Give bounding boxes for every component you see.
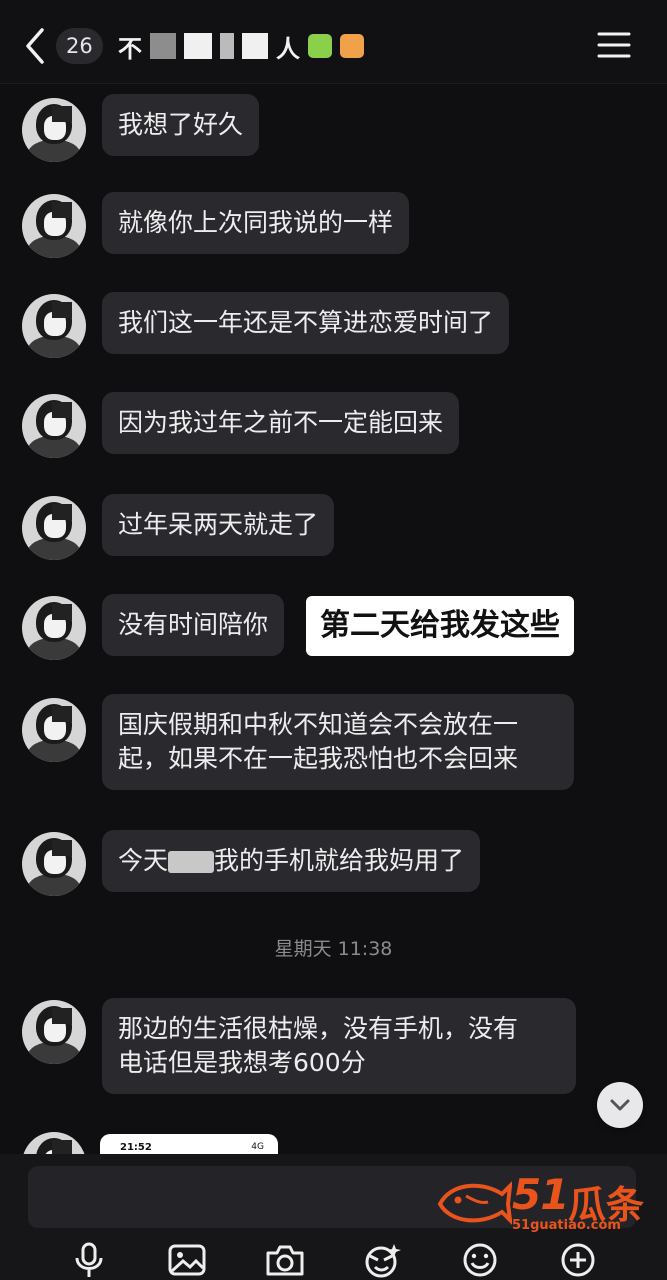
avatar[interactable]	[22, 98, 86, 162]
menu-button[interactable]	[597, 30, 631, 60]
title-redaction	[150, 33, 176, 59]
avatar[interactable]	[22, 832, 86, 896]
message-text: 今天	[118, 846, 169, 875]
avatar[interactable]	[22, 698, 86, 762]
camera-icon	[266, 1245, 304, 1276]
timestamp-divider: 星期天 11:38	[274, 938, 393, 960]
album-button[interactable]	[167, 1240, 207, 1280]
message-bubble[interactable]: 我们这一年还是不算进恋爱时间了	[102, 292, 510, 354]
voice-button[interactable]	[69, 1240, 109, 1280]
message-bubble[interactable]: 今天 我的手机就给我妈用了	[102, 830, 481, 892]
image-message-thumbnail[interactable]: 21:52 4G	[100, 1134, 278, 1154]
message-line: 那边的生活很枯燥，没有手机，没有	[118, 1014, 519, 1043]
avatar[interactable]	[22, 596, 86, 660]
plus-circle-icon	[561, 1243, 595, 1277]
fish-logo-icon	[437, 1181, 512, 1225]
caption-annotation: 第二天给我发这些	[306, 596, 574, 656]
avatar[interactable]	[22, 496, 86, 560]
title-visible-chars: 不	[118, 34, 142, 63]
sticker-button[interactable]	[362, 1240, 402, 1280]
sticker-face-icon	[365, 1244, 402, 1278]
chat-title[interactable]: 不 人	[118, 28, 364, 64]
bottom-bar: 51 瓜条 51guatiao.com	[0, 1154, 667, 1280]
green-emoji-icon	[308, 34, 332, 58]
more-button[interactable]	[558, 1240, 598, 1280]
avatar[interactable]	[22, 394, 86, 458]
avatar[interactable]	[22, 1000, 86, 1064]
thumbnail-time: 21:52	[120, 1142, 152, 1153]
message-bubble[interactable]: 我想了好久	[102, 94, 260, 156]
hamburger-menu-icon	[597, 32, 631, 58]
chat-screen: 26 不 人 我想了好久 就像你上次同我说的一样 我们这一年还是不算进恋爱时间了…	[0, 0, 667, 1280]
scroll-to-bottom-button[interactable]	[597, 1082, 643, 1128]
title-redaction	[184, 33, 212, 59]
camera-button[interactable]	[265, 1240, 305, 1280]
message-line: 电话但是我想考600分	[118, 1048, 366, 1077]
chevron-left-icon	[26, 28, 44, 64]
avatar[interactable]	[22, 294, 86, 358]
message-bubble[interactable]: 因为我过年之前不一定能回来	[102, 392, 460, 454]
input-toolbar	[0, 1240, 667, 1280]
orange-emoji-icon	[340, 34, 364, 58]
emoji-button[interactable]	[460, 1240, 500, 1280]
chevron-down-icon	[610, 1099, 630, 1111]
message-list[interactable]: 我想了好久 就像你上次同我说的一样 我们这一年还是不算进恋爱时间了 因为我过年之…	[0, 84, 667, 1154]
microphone-icon	[75, 1242, 103, 1277]
message-bubble[interactable]: 就像你上次同我说的一样	[102, 192, 410, 254]
message-bubble[interactable]: 那边的生活很枯燥，没有手机，没有 电话但是我想考600分	[102, 998, 576, 1094]
avatar[interactable]	[22, 1132, 86, 1154]
message-bubble[interactable]: 国庆假期和中秋不知道会不会放在一 起，如果不在一起我恐怕也不会回来	[102, 694, 574, 790]
avatar[interactable]	[22, 194, 86, 258]
site-watermark: 51 瓜条 51guatiao.com	[436, 1170, 646, 1234]
watermark-number: 51	[512, 1170, 569, 1219]
image-icon	[168, 1244, 206, 1276]
unread-count-badge[interactable]: 26	[56, 28, 103, 64]
title-redaction	[220, 33, 234, 59]
back-button[interactable]	[18, 24, 54, 68]
message-line: 国庆假期和中秋不知道会不会放在一	[118, 710, 519, 739]
title-redaction	[242, 33, 268, 59]
watermark-url: 51guatiao.com	[512, 1218, 621, 1233]
emoji-icon	[463, 1243, 497, 1277]
message-line: 起，如果不在一起我恐怕也不会回来	[118, 744, 519, 773]
chat-header: 26 不 人	[0, 0, 667, 84]
message-text: 我的手机就给我妈用了	[214, 846, 465, 875]
thumbnail-status: 4G	[251, 1142, 264, 1152]
redaction-mask	[168, 851, 215, 873]
message-bubble[interactable]: 过年呆两天就走了	[102, 494, 335, 556]
message-bubble[interactable]: 没有时间陪你	[102, 594, 285, 656]
title-fragment: 人	[276, 34, 300, 63]
